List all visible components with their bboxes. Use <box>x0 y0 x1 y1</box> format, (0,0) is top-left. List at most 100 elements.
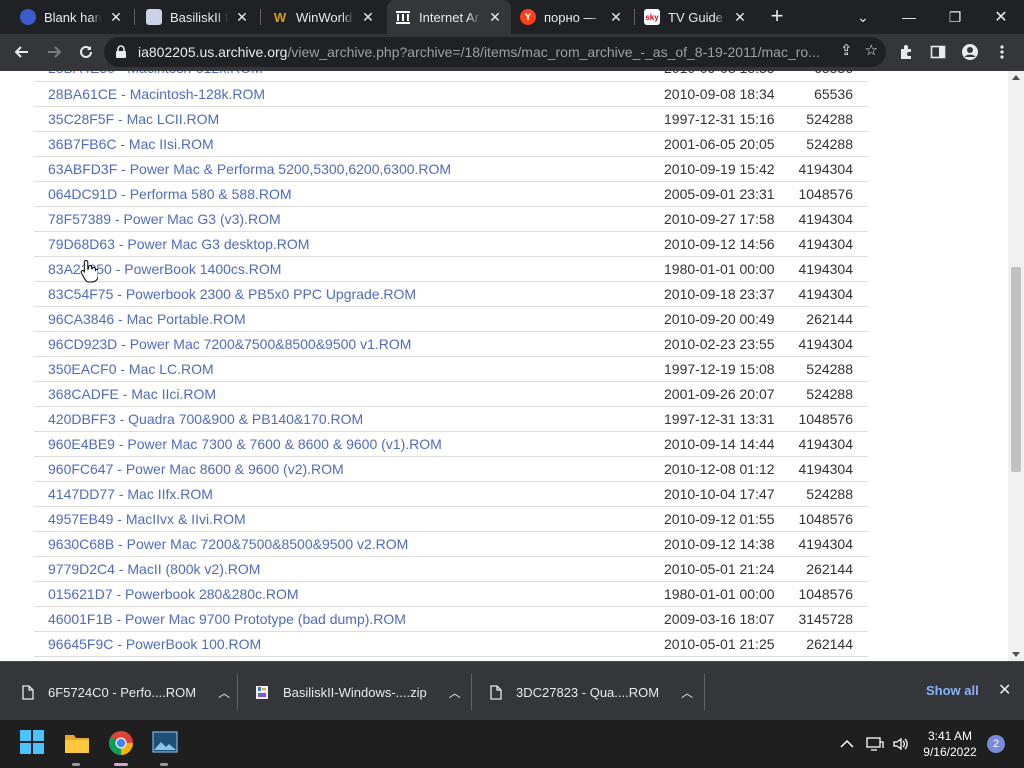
file-date: 2005-09-01 23:31 <box>654 181 784 207</box>
table-row: 350EACF0 - Mac LC.ROM 1997-12-19 15:08 524… <box>34 356 868 382</box>
file-size: 3145728 <box>784 606 868 632</box>
file-link[interactable]: 420DBFF3 - Quadra 700&900 & PB140&170.RO… <box>48 411 363 427</box>
tab-winworld[interactable]: W WinWorld: ✕ <box>264 0 384 34</box>
reload-button[interactable] <box>72 38 100 66</box>
scroll-up-arrow-icon[interactable] <box>1012 75 1020 80</box>
file-explorer-icon[interactable] <box>64 730 90 756</box>
scrollbar-thumb[interactable] <box>1011 267 1021 472</box>
yandex-favicon: Y <box>520 9 536 25</box>
file-date: 2010-09-08 18:35 <box>654 71 784 82</box>
download-divider <box>237 674 238 710</box>
notification-badge[interactable]: 2 <box>987 735 1005 753</box>
file-link[interactable]: 960FC647 - Power Mac 8600 & 9600 (v2).RO… <box>48 461 344 477</box>
new-tab-button[interactable]: + <box>765 5 789 29</box>
file-link[interactable]: 96645F9C - PowerBook 100.ROM <box>48 636 261 652</box>
close-icon[interactable]: ✕ <box>360 9 376 25</box>
file-link[interactable]: 9630C68B - Power Mac 7200&7500&8500&9500… <box>48 536 408 552</box>
scroll-down-arrow-icon[interactable] <box>1012 652 1020 657</box>
tab-title: Internet Ar <box>419 9 479 25</box>
address-bar[interactable]: ia802205.us.archive.org/view_archive.php… <box>104 37 886 67</box>
sky-favicon: sky <box>644 9 660 25</box>
file-link[interactable]: 79D68D63 - Power Mac G3 desktop.ROM <box>48 236 309 252</box>
file-name-cell: 368CADFE - Mac IIci.ROM <box>34 381 654 407</box>
tab-divider <box>134 9 135 25</box>
menu-button[interactable] <box>988 38 1016 66</box>
file-link[interactable]: 9779D2C4 - MacII (800k v2).ROM <box>48 561 260 577</box>
bookmark-star-icon[interactable]: ☆ <box>865 41 878 59</box>
table-row: 46001F1B - Power Mac 9700 Prototype (bad… <box>34 606 868 632</box>
windows-start-icon[interactable] <box>20 730 46 756</box>
file-link[interactable]: 36B7FB6C - Mac IIsi.ROM <box>48 136 214 152</box>
clock-date: 9/16/2022 <box>923 745 977 759</box>
puzzle-icon <box>901 45 911 59</box>
chevron-up-icon[interactable]: ︿ <box>681 684 693 701</box>
file-link[interactable]: 28BA61CE - Macintosh-128k.ROM <box>48 86 265 102</box>
file-date: 2001-06-05 20:05 <box>654 131 784 157</box>
file-name-cell: 96645F9C - PowerBook 100.ROM <box>34 631 654 657</box>
close-icon[interactable]: ✕ <box>487 9 503 25</box>
download-item[interactable]: BasiliskII-Windows-....zip ︿ <box>255 672 461 712</box>
file-link[interactable]: 960E4BE9 - Power Mac 7300 & 7600 & 8600 … <box>48 436 442 452</box>
file-date: 2010-05-01 21:25 <box>654 631 784 657</box>
download-filename: 6F5724C0 - Perfo....ROM <box>48 684 197 700</box>
file-link[interactable]: 78F57389 - Power Mac G3 (v3).ROM <box>48 211 281 227</box>
tab-yandex[interactable]: Y порно — Y ✕ <box>512 0 632 34</box>
tab-blank-hard[interactable]: Blank hard ✕ <box>12 0 132 34</box>
table-row: 78F57389 - Power Mac G3 (v3).ROM 2010-09-… <box>34 206 868 232</box>
forward-button[interactable] <box>40 38 68 66</box>
back-button[interactable] <box>8 38 36 66</box>
file-link[interactable]: 015621D7 - Powerbook 280&280c.ROM <box>48 586 299 602</box>
page-scrollbar[interactable] <box>1008 71 1024 661</box>
restore-button[interactable]: ❐ <box>932 0 978 34</box>
side-panel-icon <box>930 45 946 59</box>
share-icon[interactable]: ⇪ <box>840 41 853 59</box>
table-row: 28BA61CE - Macintosh-128k.ROM 2010-09-08 … <box>34 81 868 107</box>
side-panel-button[interactable] <box>924 38 952 66</box>
file-link[interactable]: 35C28F5F - Mac LCII.ROM <box>48 111 219 127</box>
tab-basilisk[interactable]: BasiliskII fo ✕ <box>138 0 258 34</box>
file-link[interactable]: 350EACF0 - Mac LC.ROM <box>48 361 214 377</box>
show-hidden-icons-button[interactable] <box>840 720 854 768</box>
chrome-icon[interactable] <box>108 730 134 756</box>
close-icon[interactable]: ✕ <box>108 9 124 25</box>
clock-time: 3:41 AM <box>927 729 973 743</box>
close-icon[interactable]: ✕ <box>234 9 250 25</box>
file-date: 1980-01-01 00:00 <box>654 256 784 282</box>
file-date: 2010-09-08 18:34 <box>654 81 784 107</box>
volume-icon[interactable] <box>892 720 910 768</box>
file-link[interactable]: 064DC91D - Performa 580 & 588.ROM <box>48 186 292 202</box>
extensions-button[interactable] <box>892 38 920 66</box>
photos-icon[interactable] <box>152 730 178 756</box>
file-link[interactable]: 28BA4E50 - Macintosh-512k.ROM <box>48 71 263 76</box>
file-size: 4194304 <box>784 256 868 282</box>
download-item[interactable]: 6F5724C0 - Perfo....ROM ︿ <box>22 672 230 712</box>
file-link[interactable]: 46001F1B - Power Mac 9700 Prototype (bad… <box>48 611 406 627</box>
file-link[interactable]: 4147DD77 - Mac IIfx.ROM <box>48 486 213 502</box>
show-all-downloads-button[interactable]: Show all <box>926 683 979 698</box>
profile-button[interactable] <box>956 38 984 66</box>
file-size: 1048576 <box>784 406 868 432</box>
browser-toolbar: ia802205.us.archive.org/view_archive.php… <box>0 34 1024 71</box>
file-link[interactable]: 63ABFD3F - Power Mac & Performa 5200,530… <box>48 161 451 177</box>
download-item[interactable]: 3DC27823 - Qua....ROM ︿ <box>490 672 693 712</box>
file-link[interactable]: 96CA3846 - Mac Portable.ROM <box>48 311 246 327</box>
file-link[interactable]: 83C54F75 - Powerbook 2300 & PB5x0 PPC Up… <box>48 286 416 302</box>
tab-tv-guide[interactable]: sky TV Guide | ✕ <box>636 0 756 34</box>
close-window-button[interactable]: ✕ <box>978 0 1024 34</box>
file-link[interactable]: 368CADFE - Mac IIci.ROM <box>48 386 216 402</box>
file-link[interactable]: 96CD923D - Power Mac 7200&7500&8500&9500… <box>48 336 411 352</box>
taskbar: 3:41 AM 9/16/2022 2 <box>0 720 1024 768</box>
file-date: 2010-05-01 21:24 <box>654 556 784 582</box>
system-clock[interactable]: 3:41 AM 9/16/2022 <box>918 728 982 760</box>
chevron-up-icon[interactable]: ︿ <box>218 684 230 701</box>
close-icon[interactable]: ✕ <box>732 9 748 25</box>
minimize-button[interactable]: — <box>886 0 932 34</box>
close-icon[interactable]: ✕ <box>608 9 624 25</box>
file-date: 2010-09-12 14:38 <box>654 531 784 557</box>
network-icon[interactable] <box>866 720 884 768</box>
chevron-up-icon[interactable]: ︿ <box>449 684 461 701</box>
file-link[interactable]: 4957EB49 - MacIIvx & IIvi.ROM <box>48 511 246 527</box>
close-icon[interactable]: ✕ <box>998 680 1011 700</box>
tab-internet-archive[interactable]: Internet Ar ✕ <box>387 0 511 34</box>
tab-search-button[interactable]: ⌄ <box>840 0 886 34</box>
